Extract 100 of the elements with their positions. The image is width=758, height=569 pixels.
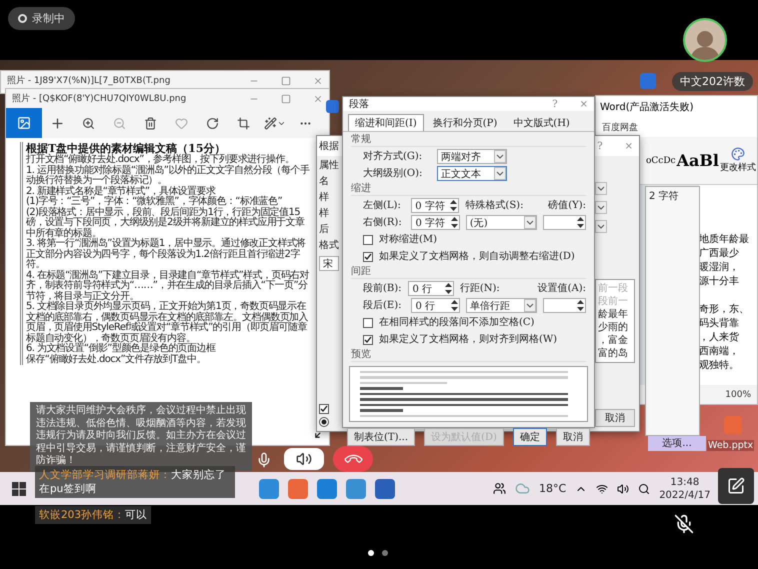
indent-value: 2 字符 xyxy=(649,190,680,203)
dialog-tab[interactable]: 中文版式(H) xyxy=(506,114,577,131)
preview-text: 段前一 xyxy=(598,295,629,308)
zoom-in-icon[interactable] xyxy=(82,116,95,130)
field-label: 对齐方式(G): xyxy=(363,150,424,162)
field-label: 磅值(Y): xyxy=(548,200,586,212)
checkbox[interactable] xyxy=(363,252,373,262)
page-indicator-dot[interactable] xyxy=(382,550,388,556)
checkbox[interactable] xyxy=(363,334,373,344)
options-link[interactable]: 选项... xyxy=(662,437,692,450)
people-icon[interactable] xyxy=(493,482,506,495)
wifi-icon[interactable] xyxy=(596,482,608,494)
dialog-tab[interactable]: 换行和分页(P) xyxy=(426,114,504,131)
windows-logo-icon[interactable] xyxy=(12,482,26,496)
checkbox[interactable] xyxy=(319,404,329,414)
space-after-field[interactable]: 0 行 xyxy=(411,298,460,313)
spin-arrows-icon[interactable] xyxy=(449,199,458,212)
field-label: 特殊格式(S): xyxy=(465,200,524,212)
help-button[interactable]: ? xyxy=(552,98,558,110)
radio-button[interactable] xyxy=(319,417,329,427)
style-sample[interactable]: oCcDc xyxy=(646,156,676,166)
special-format-select[interactable]: (无) xyxy=(466,215,538,230)
crop-icon[interactable] xyxy=(237,116,250,130)
ribbon-tab[interactable]: 百度网盘 xyxy=(602,121,638,134)
right-indent-field[interactable]: 0 字符 xyxy=(411,215,460,230)
document-text: 地质年龄最 xyxy=(699,233,750,247)
spacing-at-field[interactable] xyxy=(543,298,586,313)
field-label: 格式 xyxy=(319,240,339,252)
field-label: 左侧(L): xyxy=(363,200,402,212)
dialog-button[interactable]: 制表位(T)... xyxy=(347,428,416,446)
checkbox-label: 如果定义了文档网格，则自动调整右缩进(D) xyxy=(379,250,575,262)
section-heading: 预览 xyxy=(351,349,586,362)
spin-arrows-icon[interactable] xyxy=(450,299,459,312)
document-app-icon[interactable] xyxy=(375,478,395,498)
checkbox-label: 如果定义了文档网格，则对齐到网格(W) xyxy=(379,334,558,346)
edit-icon[interactable] xyxy=(264,116,276,130)
pen-button[interactable] xyxy=(718,468,754,504)
close-button[interactable]: × xyxy=(580,98,588,110)
spin-arrows-icon[interactable] xyxy=(576,299,585,312)
field-label: 属性 xyxy=(319,160,339,172)
alignment-select[interactable]: 两端对齐 xyxy=(437,149,507,164)
document-text: 源十分丰 xyxy=(699,275,740,289)
field-label: 名 xyxy=(319,176,330,188)
font-select[interactable]: 宋 xyxy=(319,256,339,271)
recording-badge: 录制中 xyxy=(8,7,75,30)
speaker-button[interactable] xyxy=(284,448,324,470)
weather-temperature[interactable]: 18°C xyxy=(539,482,566,495)
app-icon[interactable] xyxy=(259,478,279,498)
preview-text: 富的岛 xyxy=(598,347,629,360)
app-icon[interactable] xyxy=(346,478,366,498)
plus-icon[interactable] xyxy=(50,116,65,130)
checkbox[interactable] xyxy=(363,318,373,328)
checkbox-label: 在相同样式的段落间不添加空格(C) xyxy=(379,316,534,328)
left-indent-field[interactable]: 0 字符 xyxy=(411,198,460,213)
gallery-button[interactable] xyxy=(6,108,42,138)
spin-arrows-icon[interactable] xyxy=(450,216,459,229)
app-icon[interactable] xyxy=(317,478,337,498)
close-button[interactable]: × xyxy=(624,140,633,152)
checkbox[interactable] xyxy=(363,234,373,244)
document-text: (2)段落格式：居中显示，段前、段后间距为1行，行距为固定值15磅，设置与下段同页，大纲级别是2级并将新建立的样式应用于文章中所有章的标题。 xyxy=(26,208,304,238)
page-indicator-dot[interactable] xyxy=(368,550,374,556)
cancel-button[interactable]: 取消 xyxy=(595,409,635,427)
space-before-field[interactable]: 0 行 xyxy=(408,281,454,296)
close-icon[interactable] xyxy=(313,76,323,86)
notice-text: 请大家共同维护大会秩序，会议过程中禁止出现违法违规、低俗色情、吸烟酗酒等内容，若发现违规行为请及时向我们反馈。如主办方在会议过程中引导交易，请谨慎判断，注意财产安全，谨防诈骗！ xyxy=(30,402,252,470)
microphone-muted-icon[interactable] xyxy=(674,514,694,534)
microphone-icon[interactable] xyxy=(256,452,272,468)
line-spacing-select[interactable]: 单倍行距 xyxy=(466,298,538,313)
document-heading: 根据T盘中提供的素材编辑文稿（15分） xyxy=(26,142,226,155)
clock[interactable]: 13:48 2022/4/17 xyxy=(659,476,710,502)
rotate-icon[interactable] xyxy=(206,116,219,130)
section-heading: 缩进 xyxy=(351,183,586,196)
app-icon[interactable] xyxy=(288,478,308,498)
outline-level-select[interactable]: 正文文本 xyxy=(437,166,507,181)
participant-name: 中文202许数 xyxy=(672,72,753,91)
trash-icon[interactable] xyxy=(144,116,157,130)
field-label: 段后(E): xyxy=(363,300,402,312)
field-label: 后 xyxy=(319,224,330,236)
field-label: 样 xyxy=(319,192,330,204)
change-styles-button[interactable]: 更改样式 xyxy=(720,147,756,174)
help-button[interactable]: ? xyxy=(597,140,603,152)
document-text: 西南端， xyxy=(699,345,740,359)
window-title: 照片 - [Q$KOF(8'Y)CHU7QIY0WL8U.png xyxy=(12,92,186,105)
spin-arrows-icon[interactable] xyxy=(444,282,453,295)
section-heading: 常规 xyxy=(351,134,586,147)
pen-icon xyxy=(727,477,745,495)
document-text: 广西最少 xyxy=(699,247,740,261)
dialog-title: 段落 xyxy=(349,98,369,111)
indent-by-field[interactable] xyxy=(543,215,586,230)
search-icon[interactable] xyxy=(638,482,650,494)
close-icon[interactable] xyxy=(313,94,323,104)
dialog-button[interactable]: 确定 xyxy=(512,428,547,446)
volume-icon[interactable] xyxy=(617,482,630,494)
document-text: ，人来货 xyxy=(699,331,740,345)
spin-arrows-icon[interactable] xyxy=(576,216,585,229)
zoom-level[interactable]: 100% xyxy=(725,390,751,400)
field-label: 右侧(R): xyxy=(363,216,403,228)
style-sample[interactable]: AaBl xyxy=(676,151,719,170)
dialog-button[interactable]: 取消 xyxy=(556,428,590,446)
dialog-tab[interactable]: 缩进和间距(I) xyxy=(348,114,424,131)
